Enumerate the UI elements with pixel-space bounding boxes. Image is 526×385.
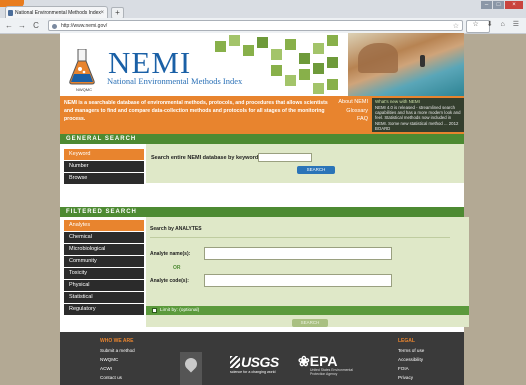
decorative-mosaic [195, 35, 345, 98]
link-glossary[interactable]: Glossary [338, 107, 368, 116]
site-header: NWQMC NEMI National Environmental Method… [60, 33, 464, 96]
url-text: http://www.nemi.gov/ [61, 23, 108, 29]
sidebar-item-chemical[interactable]: Chemical [64, 232, 144, 243]
back-button[interactable]: ← [4, 20, 14, 31]
toolbar-icons[interactable]: ☆ ⬇ ⌂ ☰ [473, 20, 522, 28]
general-search-sidebar: Keyword Number Browse [64, 149, 144, 185]
browser-navbar: ← → C http://www.nemi.gov/ ☆ ☆ ⬇ ⌂ ☰ [0, 18, 526, 34]
sidebar-item-number[interactable]: Number [64, 161, 144, 172]
analyte-panel-title: Search by ANALYTES [150, 226, 202, 232]
footer-link-privacy[interactable]: Privacy [398, 375, 413, 380]
sidebar-item-analytes[interactable]: Analytes [64, 220, 144, 231]
window-controls: – □ × [480, 1, 523, 10]
limit-by-checkbox[interactable] [152, 308, 157, 313]
keyword-search-panel: Search entire NEMI database by keyword: … [146, 144, 464, 183]
filtered-search-sidebar: Analytes Chemical Microbiological Commun… [64, 220, 144, 316]
keyword-label: Search entire NEMI database by keyword: [151, 155, 261, 161]
close-tab-icon[interactable]: × [100, 7, 104, 18]
sidebar-item-keyword[interactable]: Keyword [64, 149, 144, 160]
bookmark-star-icon[interactable]: ☆ [453, 21, 459, 32]
analyte-name-input[interactable] [204, 247, 392, 260]
browser-tab[interactable]: National Environmental Methods Index × [5, 6, 108, 18]
or-label: OR [173, 265, 181, 271]
usgs-wave-icon [230, 356, 240, 368]
footer-link-accessibility[interactable]: Accessibility [398, 357, 423, 362]
intro-band: NEMI is a searchable database of environ… [60, 96, 464, 134]
footer-link-acwi[interactable]: ACWI [100, 366, 112, 371]
maximize-button[interactable]: □ [493, 1, 504, 9]
footer-link-foia[interactable]: FOIA [398, 366, 409, 371]
favicon-icon [8, 10, 13, 16]
footer-link-contact[interactable]: Contact us [100, 375, 122, 380]
usgs-tagline: science for a changing world [230, 370, 276, 374]
analyte-code-input[interactable] [204, 274, 392, 287]
sidebar-item-microbiological[interactable]: Microbiological [64, 244, 144, 255]
sidebar-item-physical[interactable]: Physical [64, 280, 144, 291]
analyte-code-label: Analyte code(s): [150, 278, 189, 284]
general-search-header: GENERAL SEARCH [60, 134, 464, 144]
browser-titlebar: National Environmental Methods Index × +… [0, 0, 526, 19]
link-about-nemi[interactable]: About NEMI [338, 98, 368, 107]
keyword-search-button[interactable]: SEARCH [297, 166, 335, 174]
epa-tagline: United States Environmental Protection A… [310, 368, 353, 376]
epa-logo[interactable]: ❀EPA United States Environmental Protect… [298, 354, 360, 376]
panel-divider [150, 237, 450, 238]
epa-text: ❀EPA [298, 353, 338, 369]
news-body: NEMI 4.0 is released - streamlined searc… [375, 105, 461, 131]
intro-text: NEMI is a searchable database of environ… [64, 100, 328, 122]
nemi-page: NWQMC NEMI National Environmental Method… [60, 33, 469, 385]
sidebar-item-statistical[interactable]: Statistical [64, 292, 144, 303]
close-window-button[interactable]: × [505, 1, 523, 9]
analyte-search-panel: Search by ANALYTES Analyte name(s): OR A… [146, 217, 469, 327]
analyte-name-label: Analyte name(s): [150, 251, 191, 257]
flask-logo-icon [69, 49, 95, 85]
forward-button[interactable]: → [17, 20, 27, 31]
link-faq[interactable]: FAQ [338, 115, 368, 124]
footer-legal-title: LEGAL [398, 338, 415, 344]
limit-by-label: Limit by: (optional) [160, 308, 200, 313]
url-bar[interactable]: http://www.nemi.gov/ ☆ [48, 20, 463, 31]
footer-link-nwqmc[interactable]: NWQMC [100, 357, 118, 362]
river-photo [348, 33, 464, 96]
quick-links: About NEMI Glossary FAQ [338, 98, 368, 124]
usgs-text: USGS [241, 354, 279, 370]
nwqmc-label: NWQMC [76, 87, 92, 92]
nwqmc-footer-logo[interactable] [180, 352, 202, 385]
keyword-search-input[interactable] [258, 153, 312, 162]
tab-title: National Environmental Methods Index [15, 10, 101, 16]
site-footer: WHO WE ARE Submit a method NWQMC ACWI Co… [60, 332, 464, 385]
globe-icon [52, 24, 57, 29]
news-box[interactable]: What's new with NEMI NEMI 4.0 is release… [372, 98, 464, 132]
minimize-button[interactable]: – [481, 1, 492, 9]
sidebar-item-regulatory[interactable]: Regulatory [64, 304, 144, 315]
footer-link-terms[interactable]: Terms of use [398, 348, 424, 353]
footer-link-submit[interactable]: Submit a method [100, 348, 135, 353]
sidebar-item-community[interactable]: Community [64, 256, 144, 267]
sidebar-item-browse[interactable]: Browse [64, 173, 144, 184]
reload-button[interactable]: C [31, 20, 41, 31]
analyte-search-button[interactable]: SEARCH [292, 319, 328, 327]
limit-by-bar[interactable]: Limit by: (optional) [146, 306, 469, 315]
footer-who-title: WHO WE ARE [100, 338, 134, 344]
filtered-search-header: FILTERED SEARCH [60, 207, 464, 217]
site-logo-text[interactable]: NEMI [108, 47, 191, 79]
sidebar-item-toxicity[interactable]: Toxicity [64, 268, 144, 279]
